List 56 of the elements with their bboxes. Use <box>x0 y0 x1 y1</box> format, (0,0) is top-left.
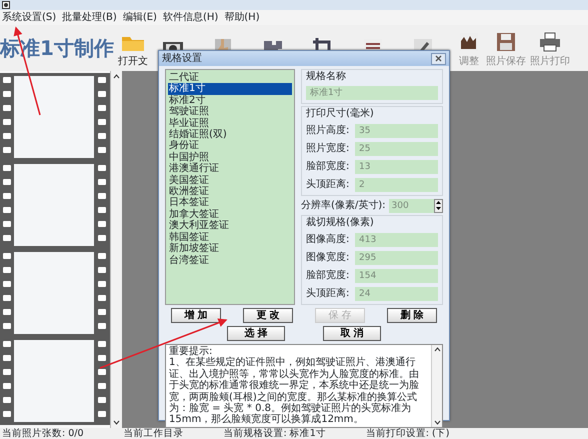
spin-arrows-icon[interactable] <box>435 200 442 211</box>
toolbar-button[interactable]: 打开文 <box>118 29 148 67</box>
spec-list-item[interactable]: 标准1寸 <box>168 83 292 95</box>
field-label: 图像高度: <box>306 232 350 247</box>
dialog-button[interactable]: 选 择 <box>227 326 285 341</box>
edit-button[interactable]: 删 除 <box>387 308 437 323</box>
spec-list-item[interactable]: 二代证 <box>168 72 292 84</box>
field-label: 照片宽度: <box>306 142 350 156</box>
close-icon <box>435 54 442 62</box>
spec-list-item[interactable]: 加拿大签证 <box>168 208 292 220</box>
spec-list-item[interactable]: 台湾签证 <box>168 254 292 266</box>
scrollbar[interactable] <box>431 345 442 427</box>
menu-item[interactable]: 系统设置(S) <box>2 12 56 24</box>
film-frame[interactable] <box>0 73 110 161</box>
menu-item[interactable]: 编辑(E) <box>122 12 157 24</box>
menu-item[interactable]: 帮助(H) <box>224 12 260 24</box>
close-button[interactable] <box>431 52 446 64</box>
spec-list-item[interactable]: 日本签证 <box>168 197 292 209</box>
notes-text: 1、在某些规定的证件照中，例如驾驶证照片、港澳通行证、出入境护照等，常常以头宽作为人脸宽度的标准。由于头宽的标准通常很难统一界定，本系统中还是统一为脸宽，两两脸颊(耳根)之间的宽度。那么某标准的换算公式为：脸宽 = 头宽 * 0.8。例如驾驶证照片的头宽标准为15mm，那么脸颊宽度可以换算成12mm。 <box>169 357 420 426</box>
scroll-up-icon[interactable] <box>432 345 442 354</box>
spec-list-item[interactable]: 新加坡签证 <box>168 243 292 254</box>
status-text: 当前工作目录 <box>124 428 184 439</box>
field-label: 图像宽度: <box>306 250 350 265</box>
spec-list-item[interactable]: 港澳通行证 <box>168 163 292 175</box>
status-text: 当前照片张数: 0/0 <box>2 428 84 439</box>
field-label: 照片高度: <box>306 124 350 138</box>
field-label: 脸部宽度: <box>306 160 350 174</box>
dialog-button[interactable]: 取 消 <box>323 326 381 341</box>
menu-item[interactable]: 软件信息(H) <box>162 12 218 24</box>
group-title: 打印尺寸(毫米) <box>306 108 375 120</box>
spec-list-item[interactable]: 美国签证 <box>168 174 292 186</box>
group-title: 裁切规格(像素) <box>306 217 375 229</box>
spec-list-item[interactable]: 毕业证照 <box>168 118 292 130</box>
spec-list-item[interactable]: 韩国签证 <box>168 232 292 244</box>
notes-heading: 重要提示: <box>169 346 212 357</box>
field-label: 头顶距离: <box>306 178 350 192</box>
dialog-title: 规格设置 <box>162 52 202 66</box>
spec-list-item[interactable]: 中国护照 <box>168 152 292 164</box>
status-text: 当前打印设置: (下) <box>366 428 450 439</box>
spec-list-item[interactable]: 标准2寸 <box>168 94 292 106</box>
menu-item[interactable]: 批量处理(B) <box>62 12 117 24</box>
status-text: 当前规格设置: 标准1寸 <box>224 428 326 439</box>
film-frame[interactable] <box>0 249 110 337</box>
spec-list-item[interactable]: 结婚证照(双) <box>168 129 292 140</box>
field-label: 头顶距离: <box>306 286 350 301</box>
field-label: 脸部宽度: <box>306 268 350 283</box>
spec-list-item[interactable]: 澳大利亚签证 <box>168 220 292 232</box>
group-title: 规格名称 <box>306 71 347 83</box>
film-frame[interactable] <box>0 161 110 249</box>
spec-list-item[interactable]: 身份证 <box>168 140 292 152</box>
spec-list-item[interactable]: 驾驶证照 <box>168 106 292 118</box>
edit-button[interactable]: 增 加 <box>171 308 221 323</box>
field-label: 分辨率(像素/英寸): <box>301 198 386 213</box>
spec-list-item[interactable]: 欧洲签证 <box>168 186 292 198</box>
film-frame[interactable] <box>0 337 110 425</box>
edit-button[interactable]: 更 改 <box>243 308 293 323</box>
